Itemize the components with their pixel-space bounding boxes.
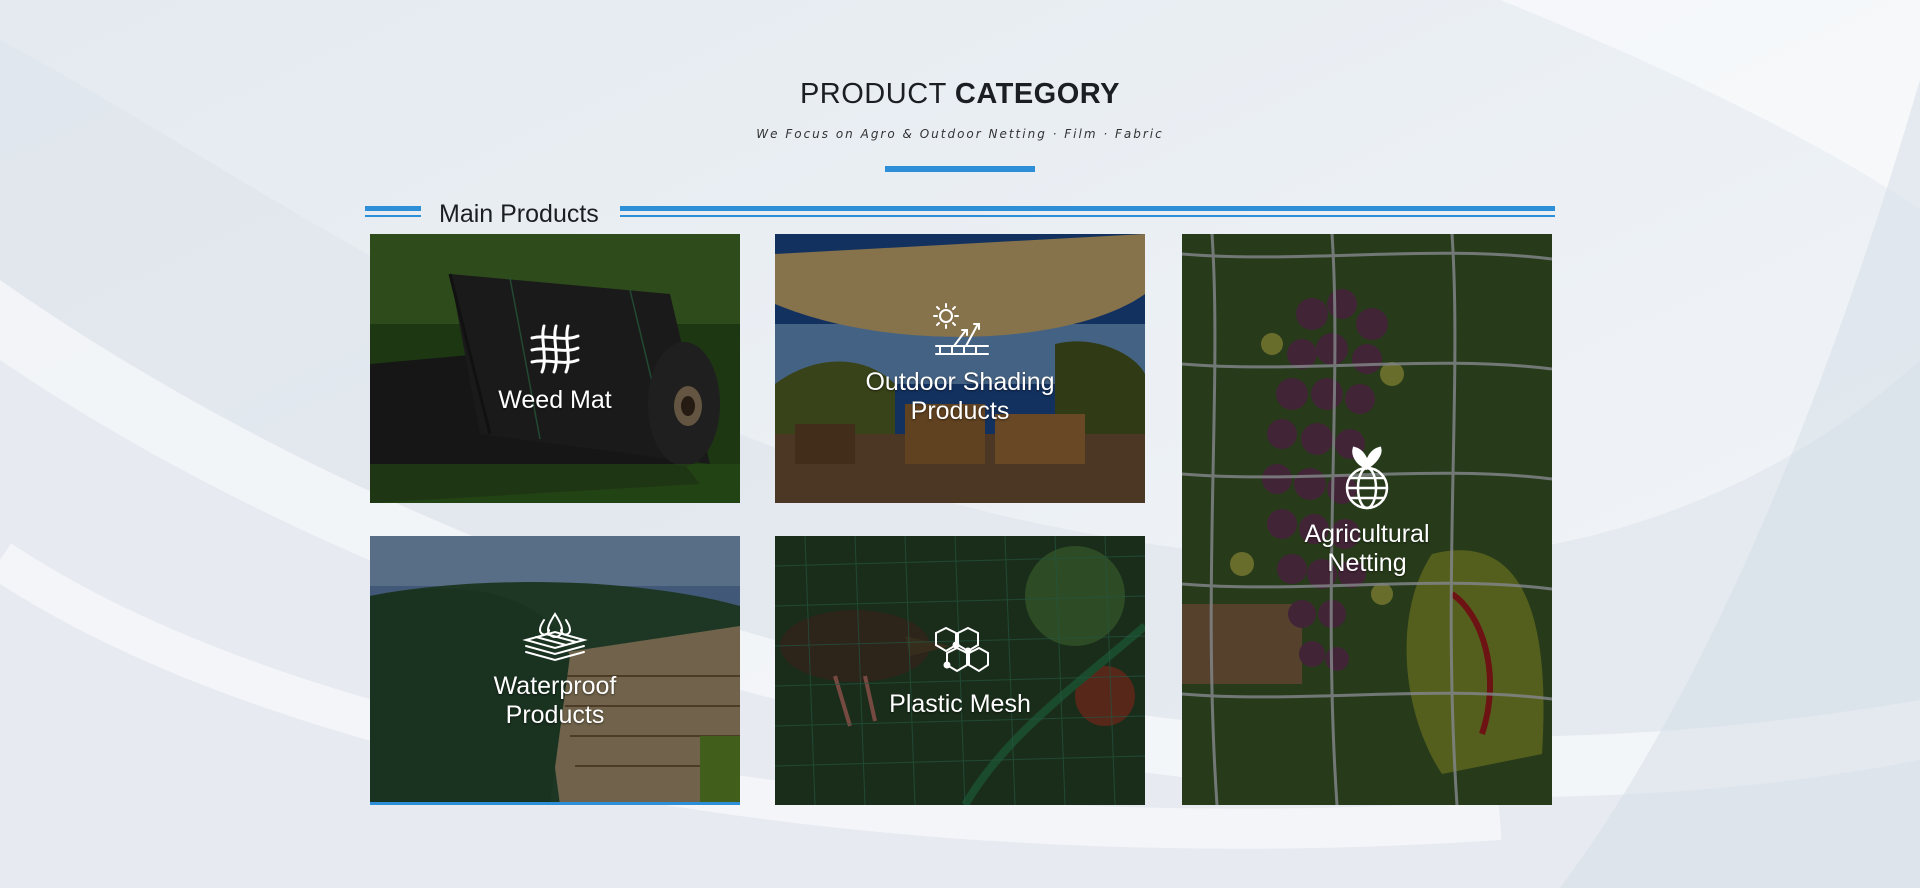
product-label: Outdoor Shading Products (865, 368, 1055, 425)
product-label: Agricultural Netting (1304, 520, 1430, 577)
mesh-grid-icon (526, 320, 584, 378)
page-title: PRODUCT CATEGORY (0, 76, 1920, 112)
product-card-outdoor-shading[interactable]: Outdoor Shading Products (775, 234, 1145, 503)
leaf-globe-icon (1336, 446, 1398, 512)
card-underline (370, 802, 740, 805)
section-title: Main Products (439, 200, 599, 228)
product-card-plastic-mesh[interactable]: Plastic Mesh (775, 536, 1145, 805)
product-card-agricultural-netting[interactable]: Agricultural Netting (1182, 234, 1552, 805)
product-card-waterproof[interactable]: Waterproof Products (370, 536, 740, 805)
water-drops-icon (522, 610, 588, 664)
page-title-light: PRODUCT (799, 78, 955, 110)
page-title-bold: CATEGORY (954, 78, 1121, 110)
section-header: Main Products (365, 198, 1555, 232)
heading-accent-bar (885, 166, 1035, 172)
section-divider-left (365, 198, 421, 222)
section-divider-right (620, 198, 1555, 222)
page-subtitle: We Focus on Agro & Outdoor Netting · Fil… (756, 127, 1164, 141)
product-label: Plastic Mesh (889, 690, 1031, 718)
product-card-weed-mat[interactable]: Weed Mat (370, 234, 740, 503)
product-label: Weed Mat (498, 386, 612, 414)
hexagon-mesh-icon (930, 624, 990, 682)
sun-shade-icon (930, 302, 990, 360)
product-label: Waterproof Products (493, 672, 617, 729)
